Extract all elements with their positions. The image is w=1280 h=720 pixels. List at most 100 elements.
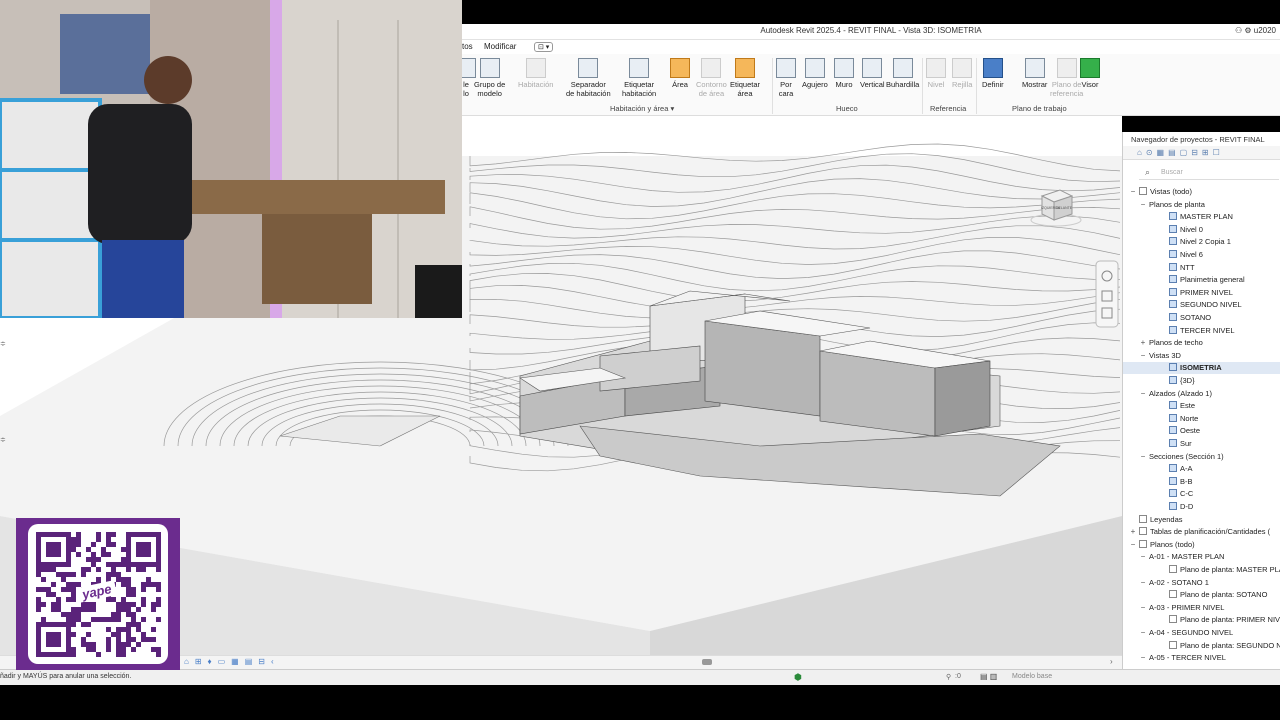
tree-item[interactable]: {3D}: [1123, 375, 1280, 387]
tree-item[interactable]: Plano de planta: MASTER PLA: [1123, 564, 1280, 576]
scroll-handle-icon[interactable]: ≑: [0, 436, 10, 444]
tree-item[interactable]: − Vistas 3D: [1123, 350, 1280, 362]
collapse-icon[interactable]: −: [1139, 627, 1147, 639]
user-account[interactable]: ⚇ ⚙ u2020: [1235, 26, 1276, 35]
browser-toolbar-icons[interactable]: ⌂⊙▦▤▢⊟⊞☐: [1137, 148, 1224, 157]
ref-plane-button[interactable]: Plano de referencia: [1050, 58, 1083, 98]
model-icon[interactable]: ▤ ▥: [980, 672, 997, 681]
tree-item[interactable]: Nivel 2 Copia 1: [1123, 236, 1280, 248]
view-icon: [1169, 237, 1177, 246]
tag-room-button[interactable]: Etiquetar habitación: [622, 58, 656, 98]
horizontal-scrollbar-thumb[interactable]: [702, 659, 712, 665]
tree-item[interactable]: Norte: [1123, 413, 1280, 425]
tree-item[interactable]: ISOMETRIA: [1123, 362, 1280, 375]
tree-item[interactable]: Nivel 0: [1123, 224, 1280, 236]
scroll-right-icon[interactable]: ›: [1110, 657, 1113, 666]
tree-item-content: Plano de planta: SEGUNDO N: [1169, 640, 1280, 652]
tree-item[interactable]: PRIMER NIVEL: [1123, 287, 1280, 299]
viewer-button[interactable]: Visor: [1080, 58, 1100, 89]
collapse-icon[interactable]: −: [1139, 350, 1147, 362]
level-button[interactable]: Nivel: [926, 58, 946, 89]
tree-item[interactable]: − Planos (todo): [1123, 539, 1280, 551]
tree-item[interactable]: C-C: [1123, 488, 1280, 500]
tree-item[interactable]: D-D: [1123, 501, 1280, 513]
collapse-icon[interactable]: −: [1139, 451, 1147, 463]
room-button[interactable]: Habitación: [518, 58, 553, 89]
tree-item[interactable]: − Alzados (Alzado 1): [1123, 388, 1280, 400]
model-group-button[interactable]: Grupo de modelo: [474, 58, 505, 98]
tree-item[interactable]: TERCER NIVEL: [1123, 325, 1280, 337]
expand-icon[interactable]: +: [1129, 526, 1137, 538]
tree-item[interactable]: − A-04 - SEGUNDO NIVEL: [1123, 627, 1280, 639]
worksharing-icon[interactable]: ⬢: [794, 672, 802, 683]
grid-button[interactable]: Rejilla: [952, 58, 972, 89]
tree-item[interactable]: + Tablas de planificación/Cantidades (: [1123, 526, 1280, 538]
menu-tab-annotate[interactable]: tos: [462, 42, 473, 51]
tree-item[interactable]: Leyendas: [1123, 514, 1280, 526]
room-separator-button[interactable]: Separador de habitación: [566, 58, 611, 98]
tree-item[interactable]: B-B: [1123, 476, 1280, 488]
view-icon: [1169, 439, 1177, 447]
tree-item[interactable]: MASTER PLAN: [1123, 211, 1280, 223]
show-workplane-button[interactable]: Mostrar: [1022, 58, 1047, 89]
tree-item[interactable]: Plano de planta: SEGUNDO N: [1123, 640, 1280, 652]
tree-item[interactable]: − Planos de planta: [1123, 199, 1280, 211]
tree-item[interactable]: − A-02 - SOTANO 1: [1123, 577, 1280, 589]
tree-item[interactable]: SOTANO: [1123, 312, 1280, 324]
collapse-icon[interactable]: −: [1139, 577, 1147, 589]
vertical-opening-button[interactable]: Vertical: [860, 58, 885, 89]
collapse-icon[interactable]: −: [1139, 551, 1147, 563]
view-control-icons[interactable]: ⌂⊞♦▭▦▤⊟‹: [184, 657, 280, 666]
wall-opening-button[interactable]: Muro: [834, 58, 854, 89]
tree-item[interactable]: NTT: [1123, 262, 1280, 274]
tree-item[interactable]: A-A: [1123, 463, 1280, 475]
tree-item[interactable]: + Planos de techo: [1123, 337, 1280, 349]
tree-item[interactable]: − A-03 - PRIMER NIVEL: [1123, 602, 1280, 614]
by-face-button[interactable]: Por cara: [776, 58, 796, 98]
tag-room-icon: [629, 58, 650, 78]
menu-tab-modify[interactable]: Modificar: [484, 42, 516, 51]
user-name: u2020: [1253, 26, 1276, 35]
shaft-button[interactable]: Agujero: [802, 58, 828, 89]
tree-item[interactable]: Nivel 6: [1123, 249, 1280, 261]
active-model[interactable]: Modelo base: [1012, 673, 1052, 680]
tree-item[interactable]: Oeste: [1123, 425, 1280, 437]
tree-item[interactable]: SEGUNDO NIVEL: [1123, 299, 1280, 311]
area-boundary-button[interactable]: Contorno de área: [696, 58, 727, 98]
collapse-icon[interactable]: −: [1139, 652, 1147, 664]
tree-item[interactable]: Plano de planta: PRIMER NIVE: [1123, 614, 1280, 626]
view-icon: [1169, 212, 1177, 221]
tag-area-button[interactable]: Etiquetar área: [730, 58, 760, 98]
tree-item[interactable]: Este: [1123, 400, 1280, 412]
contextual-dropdown-icon[interactable]: ⊡ ▾: [534, 42, 554, 52]
project-browser-search[interactable]: ⌕ Buscar: [1139, 166, 1279, 180]
tree-item[interactable]: Planimetria general: [1123, 274, 1280, 286]
filter-icon[interactable]: ⚲: [946, 673, 951, 681]
tree-item[interactable]: − Vistas (todo): [1123, 186, 1280, 198]
viewcube[interactable]: IZQUIERDA DELANTE: [1030, 186, 1082, 228]
tree-item-content: Sur: [1169, 438, 1192, 450]
tree-item[interactable]: Plano de planta: SOTANO: [1123, 589, 1280, 601]
collapse-icon[interactable]: −: [1129, 539, 1137, 551]
webcam-overlay: [0, 0, 462, 318]
qr-module: [81, 607, 86, 612]
collapse-icon[interactable]: −: [1139, 199, 1147, 211]
collapse-icon[interactable]: −: [1139, 388, 1147, 400]
collapse-icon[interactable]: −: [1129, 186, 1137, 198]
tree-item[interactable]: Sur: [1123, 438, 1280, 450]
expand-icon[interactable]: +: [1139, 337, 1147, 349]
viewport-nav-bar[interactable]: [1095, 260, 1119, 328]
set-workplane-button[interactable]: Definir: [982, 58, 1004, 89]
collapse-icon[interactable]: −: [1139, 602, 1147, 614]
scroll-handle-icon[interactable]: ≑: [0, 340, 10, 348]
dormer-button[interactable]: Buhardilla: [886, 58, 919, 89]
tree-item[interactable]: − A-05 - TERCER NIVEL: [1123, 652, 1280, 664]
qr-module: [111, 597, 116, 602]
tree-item[interactable]: − A-01 - MASTER PLAN: [1123, 551, 1280, 563]
search-input[interactable]: Buscar: [1161, 169, 1183, 176]
qr-module: [86, 622, 91, 627]
area-button[interactable]: Área: [670, 58, 690, 89]
tree-item[interactable]: − Secciones (Sección 1): [1123, 451, 1280, 463]
qr-module: [91, 647, 96, 652]
view-icon: [1169, 250, 1177, 258]
